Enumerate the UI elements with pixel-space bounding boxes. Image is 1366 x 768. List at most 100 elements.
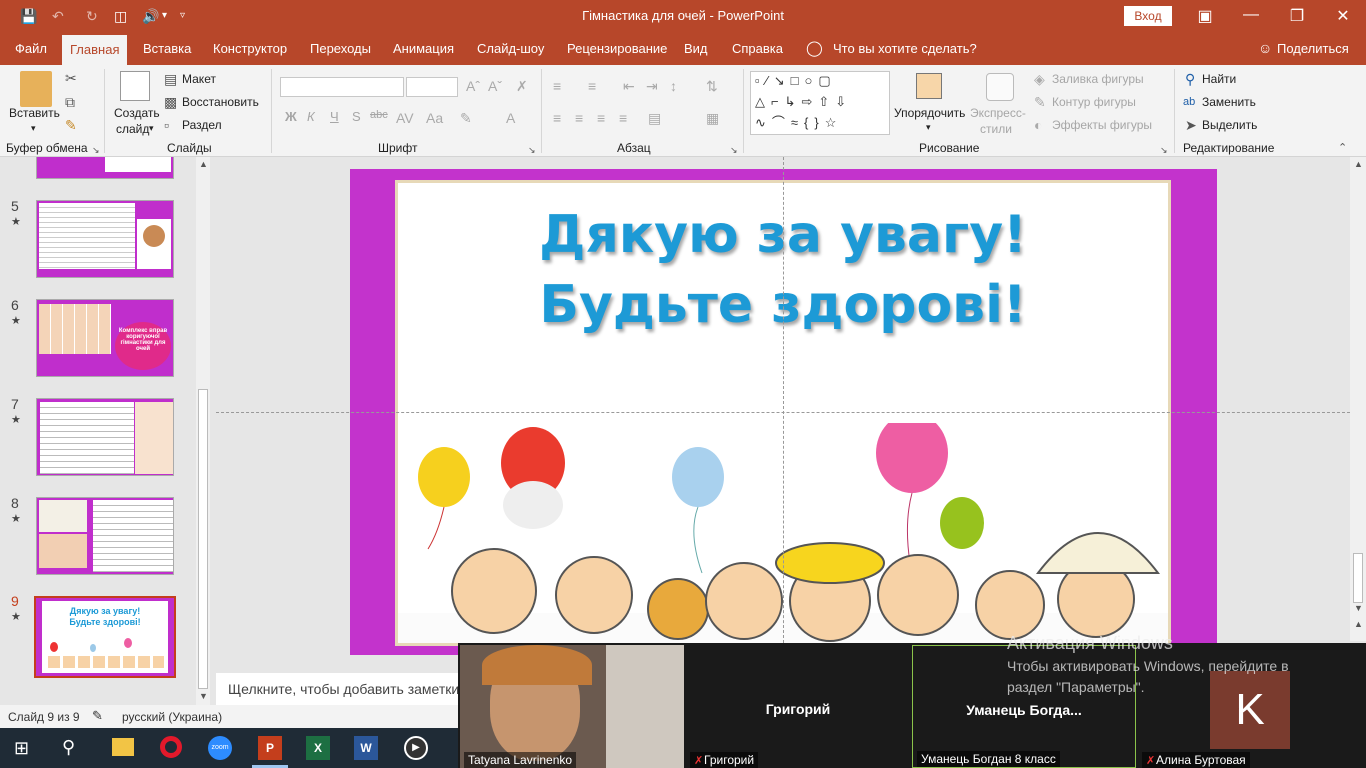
- scroll-down-icon[interactable]: ▼: [1354, 603, 1363, 613]
- select-button[interactable]: Выделить: [1202, 118, 1257, 132]
- slide-thumbnail-7[interactable]: [36, 398, 174, 476]
- slide-thumbnail-5[interactable]: [36, 200, 174, 278]
- kids-with-balloons-image[interactable]: [398, 423, 1171, 646]
- find-button[interactable]: Найти: [1202, 72, 1236, 86]
- columns-icon[interactable]: ▤: [648, 111, 661, 125]
- shapes-row-3-icon[interactable]: ∿⌒≈{}☆: [755, 116, 842, 130]
- shadow-button[interactable]: S: [352, 109, 361, 124]
- slide-thumbnail-4[interactable]: [36, 157, 174, 179]
- underline-button[interactable]: Ч: [330, 109, 339, 124]
- tell-me-search[interactable]: Что вы хотите сделать?: [833, 41, 977, 56]
- tab-animations[interactable]: Анимация: [393, 41, 454, 56]
- chevron-down-icon[interactable]: ▾: [31, 123, 36, 134]
- thumbnails-scrollbar[interactable]: ▲ ▼: [196, 157, 210, 705]
- language-indicator[interactable]: русский (Украина): [122, 710, 222, 724]
- numbering-icon[interactable]: ≡: [588, 79, 596, 93]
- copy-icon[interactable]: ⧉: [65, 95, 75, 109]
- dialog-launcher-icon[interactable]: ↘: [1160, 143, 1168, 157]
- paste-button[interactable]: Вставить: [9, 106, 60, 120]
- align-right-icon[interactable]: ≡: [597, 111, 605, 125]
- convert-smartart-icon[interactable]: ▦: [706, 111, 719, 125]
- scrollbar-thumb[interactable]: [1353, 553, 1363, 603]
- line-spacing-icon[interactable]: ↕: [670, 79, 677, 93]
- participant-tile-umanets[interactable]: Уманець Богда... Уманець Богдан 8 класс: [912, 645, 1136, 768]
- shapes-gallery[interactable]: ▫∕↘□○▢ △⌐↳⇨⇧⇩ ∿⌒≈{}☆: [750, 71, 890, 135]
- new-slide-icon[interactable]: [120, 71, 150, 101]
- strikethrough-button[interactable]: abc: [370, 109, 388, 121]
- tab-home[interactable]: Главная: [62, 35, 128, 65]
- spell-check-icon[interactable]: ✎: [92, 708, 103, 724]
- media-player-icon[interactable]: ▶: [404, 736, 428, 760]
- increase-font-icon[interactable]: Aˆ: [466, 79, 480, 93]
- paste-icon[interactable]: [20, 71, 52, 107]
- powerpoint-icon[interactable]: P: [258, 736, 282, 760]
- new-slide-label-2[interactable]: слайд: [116, 122, 149, 136]
- word-icon[interactable]: W: [354, 736, 378, 760]
- slide-thumbnail-8[interactable]: [36, 497, 174, 575]
- increase-indent-icon[interactable]: ⇥: [646, 79, 658, 93]
- dialog-launcher-icon[interactable]: ↘: [730, 143, 738, 157]
- char-spacing-icon[interactable]: AV: [396, 111, 414, 125]
- format-painter-icon[interactable]: ✎: [65, 118, 77, 132]
- bullets-icon[interactable]: ≡: [553, 79, 561, 93]
- scrollbar-thumb[interactable]: [198, 389, 208, 689]
- windows-start-icon[interactable]: ⊞: [14, 738, 29, 759]
- collapse-ribbon-icon[interactable]: ⌃: [1338, 141, 1347, 155]
- bold-button[interactable]: Ж: [285, 109, 297, 124]
- highlight-icon[interactable]: ✎: [460, 111, 472, 125]
- slide-thumbnail-6[interactable]: Комплекс вправ коригуючої гімнастики для…: [36, 299, 174, 377]
- tab-transitions[interactable]: Переходы: [310, 41, 371, 56]
- align-center-icon[interactable]: ≡: [575, 111, 583, 125]
- scroll-down-icon[interactable]: ▼: [199, 691, 208, 701]
- scroll-up-icon[interactable]: ▲: [1354, 159, 1363, 169]
- tab-slideshow[interactable]: Слайд-шоу: [477, 41, 544, 56]
- quick-styles-label[interactable]: Экспресс-: [970, 106, 1026, 120]
- slide-thumbnail-9-selected[interactable]: Дякую за увагу! Будьте здорові!: [34, 596, 176, 678]
- tab-help[interactable]: Справка: [732, 41, 783, 56]
- chevron-down-icon[interactable]: ▾: [926, 122, 931, 133]
- dialog-launcher-icon[interactable]: ↘: [92, 143, 100, 157]
- dialog-launcher-icon[interactable]: ↘: [528, 143, 536, 157]
- shape-outline-button[interactable]: Контур фигуры: [1052, 95, 1136, 109]
- file-explorer-icon[interactable]: [112, 738, 134, 756]
- arrange-icon[interactable]: [916, 73, 942, 99]
- change-case-icon[interactable]: Aa: [426, 111, 443, 125]
- align-left-icon[interactable]: ≡: [553, 111, 561, 125]
- arrange-button[interactable]: Упорядочить: [894, 106, 965, 120]
- chevron-down-icon[interactable]: ▾: [149, 123, 154, 134]
- layout-button[interactable]: Макет: [182, 72, 216, 86]
- notes-pane[interactable]: Щелкните, чтобы добавить заметки: [216, 673, 466, 705]
- shape-fill-button[interactable]: Заливка фигуры: [1052, 72, 1144, 86]
- minimize-icon[interactable]: —: [1236, 6, 1266, 24]
- tab-design[interactable]: Конструктор: [213, 41, 287, 56]
- maximize-icon[interactable]: ❐: [1282, 6, 1312, 26]
- login-button[interactable]: Вход: [1124, 6, 1172, 26]
- scroll-up-icon[interactable]: ▲: [199, 159, 208, 169]
- reset-button[interactable]: Восстановить: [182, 95, 259, 109]
- shapes-row-1-icon[interactable]: ▫∕↘□○▢: [755, 74, 837, 88]
- section-button[interactable]: Раздел: [182, 118, 222, 132]
- text-direction-icon[interactable]: ⇅: [706, 79, 718, 93]
- shape-effects-button[interactable]: Эффекты фигуры: [1052, 118, 1152, 132]
- previous-slide-icon[interactable]: ▲: [1354, 619, 1363, 629]
- italic-button[interactable]: К: [307, 109, 315, 124]
- replace-button[interactable]: Заменить: [1202, 95, 1256, 109]
- editor-scrollbar[interactable]: ▲ ▼ ▲: [1350, 157, 1366, 641]
- share-button[interactable]: Поделиться: [1277, 41, 1349, 56]
- search-icon[interactable]: ⚲: [62, 737, 75, 758]
- new-slide-label[interactable]: Создать: [114, 106, 160, 120]
- shapes-row-2-icon[interactable]: △⌐↳⇨⇧⇩: [755, 95, 852, 109]
- tab-review[interactable]: Рецензирование: [567, 41, 667, 56]
- close-icon[interactable]: ✕: [1328, 6, 1358, 26]
- justify-icon[interactable]: ≡: [619, 111, 627, 125]
- participant-tile-alina[interactable]: K Алина Буртовая ✗: [1138, 645, 1364, 768]
- ribbon-display-options-icon[interactable]: ▣: [1190, 6, 1220, 26]
- participant-tile-tatyana[interactable]: Tatyana Lavrinenko: [460, 645, 684, 768]
- font-family-select[interactable]: [280, 77, 404, 97]
- clear-format-icon[interactable]: ✗: [516, 79, 528, 93]
- font-color-icon[interactable]: A: [506, 111, 515, 125]
- excel-icon[interactable]: X: [306, 736, 330, 760]
- tab-insert[interactable]: Вставка: [143, 41, 191, 56]
- zoom-icon[interactable]: zoom: [208, 736, 232, 760]
- tab-file[interactable]: Файл: [15, 41, 47, 56]
